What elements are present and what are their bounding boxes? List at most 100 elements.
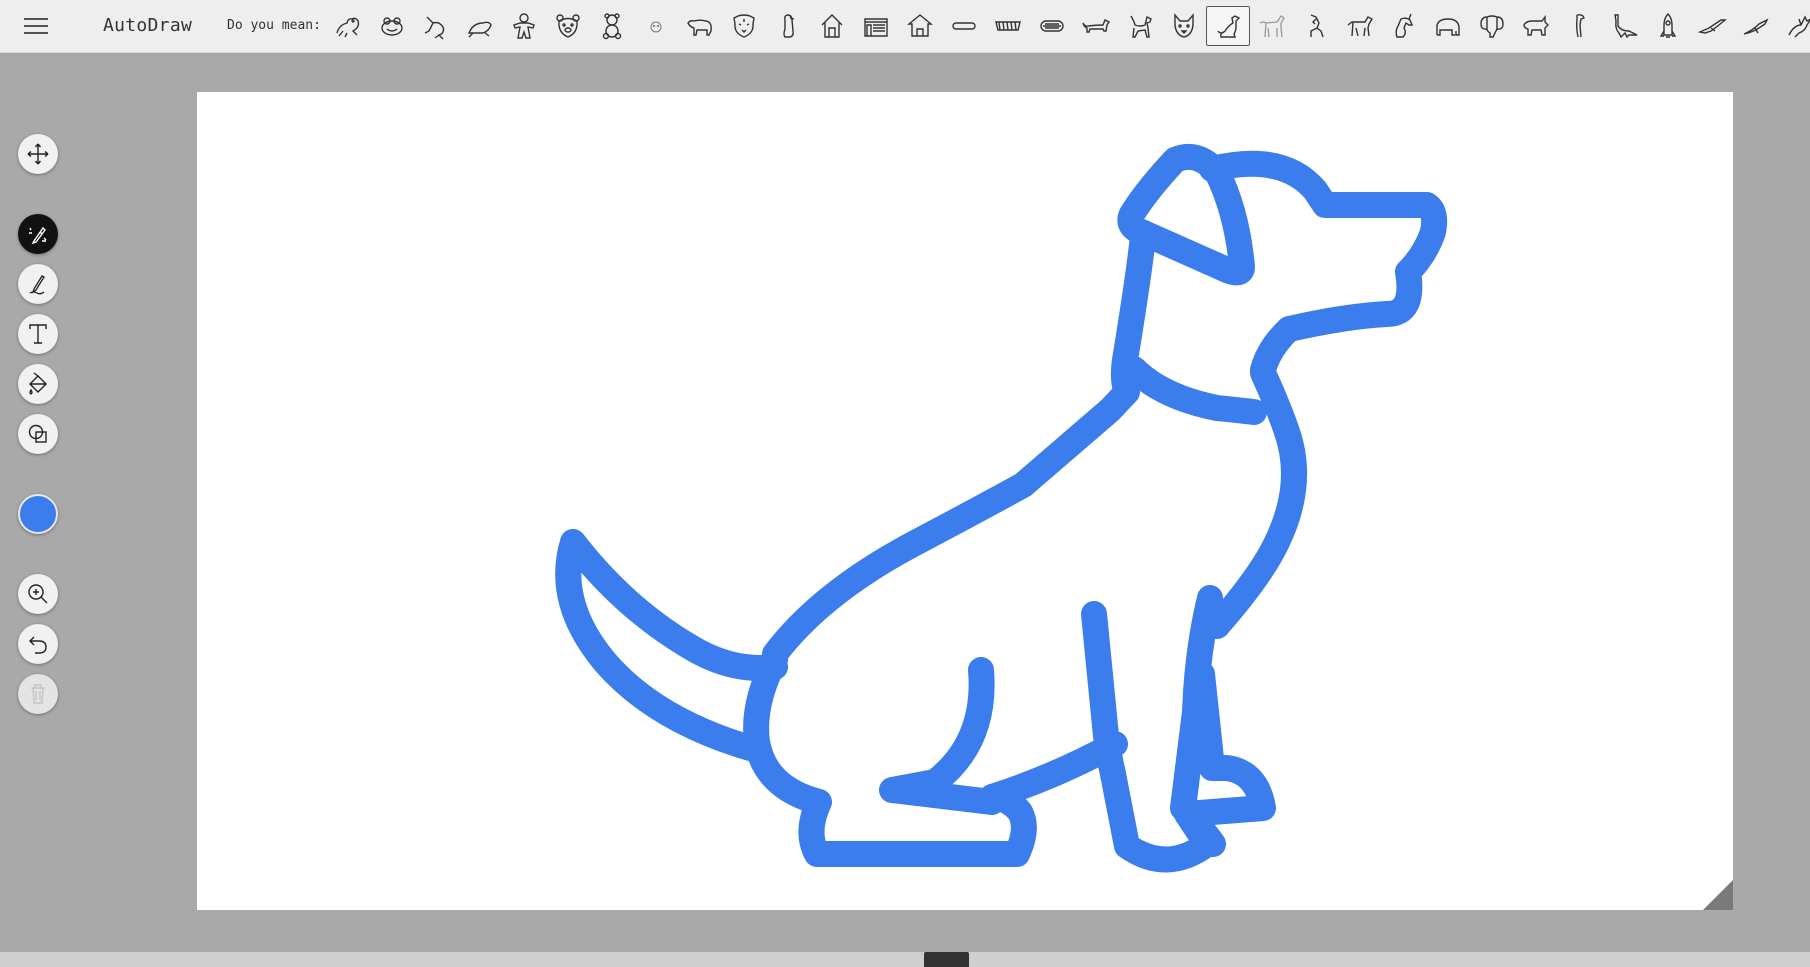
suggestion-horse-rearing[interactable] — [1294, 6, 1338, 46]
zoom-tool-button[interactable] — [18, 574, 58, 614]
dog-face-icon — [1174, 13, 1194, 38]
suggestion-dog-face[interactable] — [1162, 6, 1206, 46]
undo-button[interactable] — [18, 624, 58, 664]
suggestion-dog-standing[interactable] — [1118, 6, 1162, 46]
tiger-face-icon — [733, 14, 755, 38]
suggestion-unicorn[interactable] — [1382, 6, 1426, 46]
suggestion-dinosaur[interactable] — [1602, 6, 1646, 46]
suggestion-horse-walking[interactable] — [1338, 6, 1382, 46]
suggestion-dachshund[interactable] — [1074, 6, 1118, 46]
dog-sitting-drawing — [555, 144, 1448, 873]
bear-face-icon — [556, 14, 580, 38]
gingerbread-man-icon — [513, 13, 535, 39]
suggestion-giraffe-head[interactable] — [1558, 6, 1602, 46]
hot-dog-icon — [952, 22, 976, 30]
rhino-icon — [1523, 14, 1549, 36]
suggestion-gingerbread-man[interactable] — [502, 6, 546, 46]
suggestion-polar-bear-face[interactable] — [634, 6, 678, 46]
horse-icon — [1259, 15, 1285, 38]
dinosaur-icon — [1614, 14, 1638, 39]
suggestion-elephant[interactable] — [1426, 6, 1470, 46]
shapes-icon — [28, 424, 47, 443]
horse-walking-icon — [1347, 16, 1373, 37]
app-title: AutoDraw — [103, 15, 193, 36]
horse-rearing-icon — [1310, 14, 1324, 38]
text-icon — [29, 324, 47, 344]
frog-icon — [336, 17, 360, 38]
autodraw-tool-button[interactable] — [18, 214, 58, 254]
polar-bear-face-icon — [650, 21, 662, 33]
suggestion-tiger-face[interactable] — [722, 6, 766, 46]
hamburger-menu-button[interactable] — [24, 15, 48, 37]
suggestion-frog[interactable] — [326, 6, 370, 46]
undo-icon — [29, 636, 47, 654]
fill-tool-button[interactable] — [18, 364, 58, 404]
drawing-canvas[interactable] — [197, 92, 1733, 910]
suggestion-frog-sitting[interactable] — [458, 6, 502, 46]
suggestion-house[interactable] — [810, 6, 854, 46]
dog-neck-back — [762, 221, 1156, 667]
dragon-icon — [1788, 15, 1810, 38]
frog-face-icon — [381, 17, 403, 36]
canvas-resize-handle[interactable] — [1703, 880, 1733, 910]
elephant-icon — [1436, 18, 1460, 36]
suggestion-dog-sitting[interactable] — [1206, 6, 1250, 46]
bear-walking-icon — [687, 19, 712, 36]
color-picker-button[interactable] — [18, 494, 58, 534]
unicorn-icon — [1395, 13, 1414, 38]
suggestion-house-front[interactable] — [898, 6, 942, 46]
suggestion-bird-flying[interactable] — [1690, 6, 1734, 46]
suggestion-teddy-bear[interactable] — [590, 6, 634, 46]
suggestion-burger[interactable] — [1030, 6, 1074, 46]
house-icon — [821, 14, 843, 38]
burger-icon — [1040, 20, 1064, 32]
suggestion-rhino[interactable] — [1514, 6, 1558, 46]
dog-hind-leg — [879, 657, 1005, 815]
suggestion-frog-face[interactable] — [370, 6, 414, 46]
suggestion-hot-dog[interactable] — [942, 6, 986, 46]
bird-gliding-icon — [1743, 18, 1769, 35]
suggestions-label: Do you mean: — [227, 18, 321, 33]
type-tool-button[interactable] — [18, 314, 58, 354]
suggestion-bear-face[interactable] — [546, 6, 590, 46]
dachshund-icon — [1082, 19, 1111, 33]
suggestion-bird-gliding[interactable] — [1734, 6, 1778, 46]
bird-flying-icon — [1697, 19, 1727, 34]
dog-sitting-icon — [1217, 15, 1241, 38]
bottom-panel-handle[interactable] — [924, 952, 969, 967]
rocket-icon — [1659, 13, 1677, 38]
dog-collar — [1121, 356, 1267, 425]
dog-standing-icon — [1130, 15, 1152, 38]
paint-bucket-icon — [29, 372, 47, 395]
autodraw-magic-pencil-icon — [29, 226, 47, 245]
tool-palette — [18, 134, 60, 714]
move-arrows-icon — [27, 143, 49, 165]
suggestion-rocket[interactable] — [1646, 6, 1690, 46]
zoom-in-icon — [28, 584, 48, 604]
top-bar: AutoDraw Do you mean: — [0, 0, 1810, 53]
suggestion-bear-walking[interactable] — [678, 6, 722, 46]
select-tool-button[interactable] — [18, 134, 58, 174]
hamburger-icon — [24, 18, 48, 20]
suggestions-strip — [326, 6, 1810, 46]
draw-tool-button[interactable] — [18, 264, 58, 304]
suggestion-sandwich[interactable] — [986, 6, 1030, 46]
delete-button[interactable] — [18, 674, 58, 714]
suggestion-dragon[interactable] — [1778, 6, 1810, 46]
elephant-face-icon — [1480, 15, 1504, 38]
bottom-panel-strip — [0, 952, 1810, 967]
suggestion-penguin[interactable] — [766, 6, 810, 46]
pencil-icon — [29, 275, 45, 295]
house-front-icon — [907, 14, 933, 37]
penguin-icon — [783, 14, 795, 38]
suggestion-elephant-face[interactable] — [1470, 6, 1514, 46]
giraffe-head-icon — [1575, 14, 1585, 38]
hamburger-icon-line — [24, 25, 48, 27]
teddy-bear-icon — [602, 13, 622, 40]
shape-tool-button[interactable] — [18, 414, 58, 454]
suggestion-building[interactable] — [854, 6, 898, 46]
suggestion-horse[interactable] — [1250, 6, 1294, 46]
suggestion-frog-jumping[interactable] — [414, 6, 458, 46]
building-icon — [864, 18, 888, 37]
frog-jumping-icon — [424, 16, 445, 40]
